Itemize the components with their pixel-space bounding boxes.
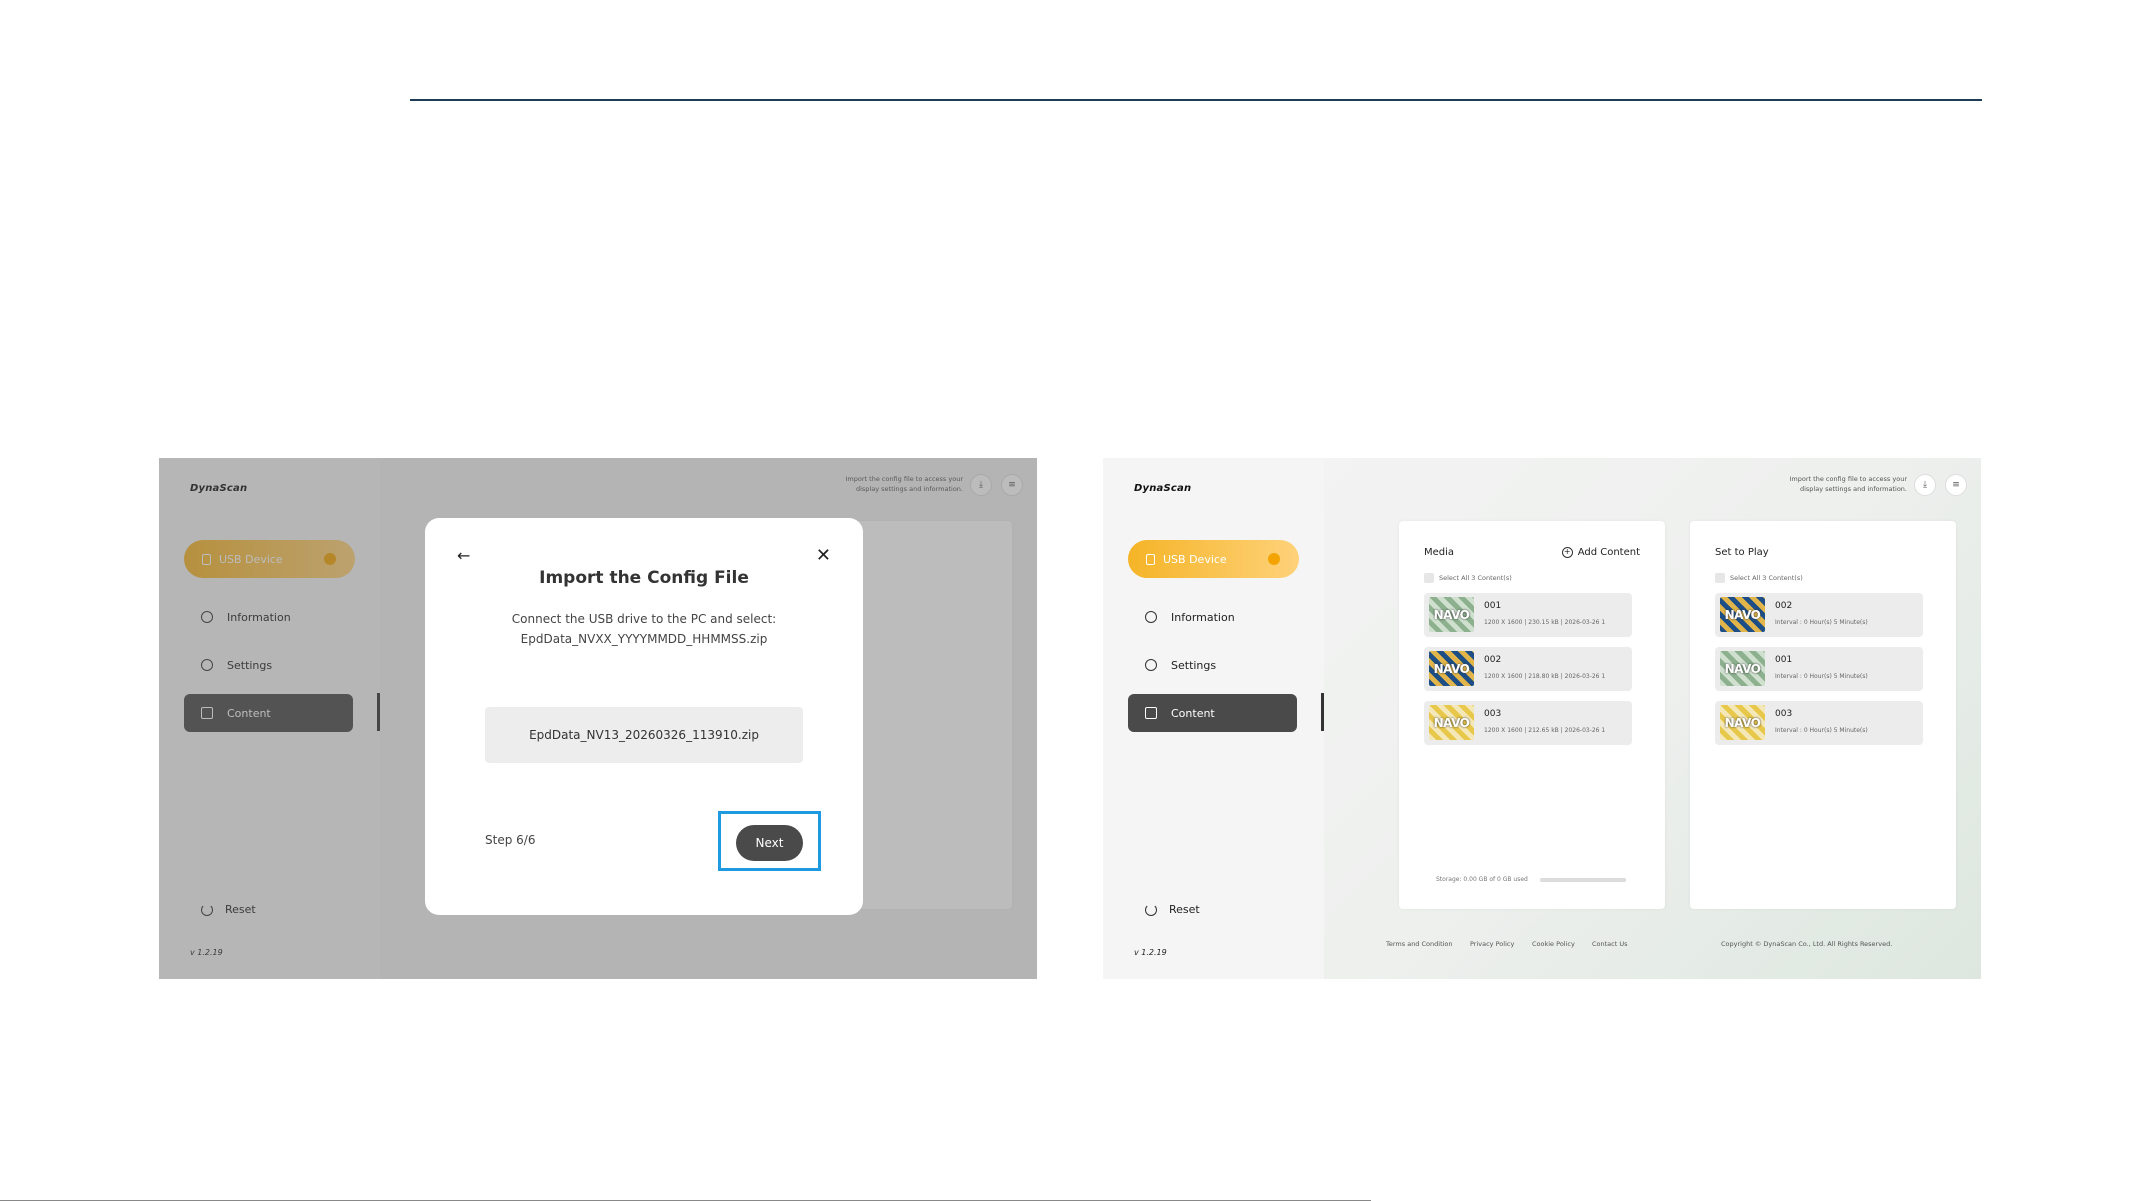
usb-device-button[interactable]: USB Device (1128, 540, 1299, 578)
playlist-item[interactable]: NAVO 001 Interval : 0 Hour(s) 5 Minute(s… (1715, 647, 1923, 691)
select-all-label: Select All 3 Content(s) (1730, 574, 1803, 582)
media-item-meta: 1200 X 1600 | 218.80 kB | 2026-03-26 1 (1484, 673, 1606, 680)
info-icon (1145, 611, 1157, 623)
storage-text: Storage: 0.00 GB of 0 GB used (1436, 876, 1528, 883)
header-info-text: Import the config file to access your di… (1789, 475, 1907, 493)
nav-settings[interactable]: Settings (1128, 646, 1297, 684)
media-thumbnail: NAVO (1429, 597, 1474, 632)
footer-cookie-link[interactable]: Cookie Policy (1532, 940, 1575, 948)
media-thumbnail: NAVO (1429, 651, 1474, 686)
select-all-label: Select All 3 Content(s) (1439, 574, 1512, 582)
dialog-description: Connect the USB drive to the PC and sele… (425, 609, 863, 649)
add-content-label: Add Content (1577, 547, 1640, 558)
menu-icon[interactable]: ≡ (1945, 474, 1967, 496)
version-label: v 1.2.19 (1134, 948, 1167, 957)
playlist-item-name: 002 (1775, 601, 1793, 611)
playlist-thumbnail: NAVO (1720, 651, 1765, 686)
thumbnail-text: NAVO (1724, 607, 1761, 622)
dialog-description-line2: EpdData_NVXX_YYYYMMDD_HHMMSS.zip (520, 632, 768, 646)
playlist-thumbnail: NAVO (1720, 597, 1765, 632)
download-icon[interactable]: ⤓ (1914, 474, 1936, 496)
set-to-play-card: Set to Play Select All 3 Content(s) NAVO… (1690, 521, 1956, 909)
set-to-play-title: Set to Play (1715, 547, 1769, 558)
plus-icon: + (1561, 547, 1573, 558)
playlist-thumbnail: NAVO (1720, 705, 1765, 740)
dialog-description-line1: Connect the USB drive to the PC and sele… (511, 612, 777, 626)
select-all-checkbox[interactable] (1715, 573, 1725, 583)
usb-device-label: USB Device (1163, 552, 1227, 566)
media-card: Media + Add Content Select All 3 Content… (1399, 521, 1665, 909)
media-item-meta: 1200 X 1600 | 230.15 kB | 2026-03-26 1 (1484, 619, 1606, 626)
playlist-item[interactable]: NAVO 003 Interval : 0 Hour(s) 5 Minute(s… (1715, 701, 1923, 745)
playlist-item-interval: Interval : 0 Hour(s) 5 Minute(s) (1775, 673, 1868, 680)
nav-content[interactable]: Content (1128, 694, 1297, 732)
media-thumbnail: NAVO (1429, 705, 1474, 740)
thumbnail-text: NAVO (1433, 607, 1470, 622)
close-icon[interactable]: ✕ (816, 545, 831, 566)
media-item-name: 002 (1484, 655, 1502, 665)
footer-copyright: Copyright © DynaScan Co., Ltd. All Right… (1721, 940, 1893, 948)
step-indicator: Step 6/6 (485, 833, 536, 847)
top-divider (410, 99, 1982, 101)
media-item-name: 003 (1484, 709, 1502, 719)
thumbnail-text: NAVO (1724, 661, 1761, 676)
playlist-item-interval: Interval : 0 Hour(s) 5 Minute(s) (1775, 727, 1868, 734)
nav-information-label: Information (1171, 610, 1235, 624)
media-item[interactable]: NAVO 003 1200 X 1600 | 212.65 kB | 2026-… (1424, 701, 1632, 745)
playlist-item[interactable]: NAVO 002 Interval : 0 Hour(s) 5 Minute(s… (1715, 593, 1923, 637)
playlist-item-name: 003 (1775, 709, 1793, 719)
reset-icon (1145, 903, 1157, 916)
nav-settings-label: Settings (1171, 658, 1217, 672)
import-config-dialog: ← ✕ Import the Config File Connect the U… (425, 518, 863, 915)
select-all-media[interactable]: Select All 3 Content(s) (1424, 573, 1512, 583)
next-button[interactable]: Next (736, 825, 803, 861)
nav-information[interactable]: Information (1128, 598, 1297, 636)
sidebar-scroll-indicator (1321, 693, 1324, 731)
footer-privacy-link[interactable]: Privacy Policy (1470, 940, 1514, 948)
add-content-button[interactable]: + Add Content (1561, 547, 1640, 558)
media-item[interactable]: NAVO 002 1200 X 1600 | 218.80 kB | 2026-… (1424, 647, 1632, 691)
sidebar: DynaScan USB Device Information Settings… (1103, 458, 1324, 979)
reset-label: Reset (1169, 903, 1200, 916)
screenshot-content-page: DynaScan USB Device Information Settings… (1103, 458, 1981, 979)
logo: DynaScan (1134, 483, 1192, 494)
screenshot-import-dialog: DynaScan USB Device Information Settings… (159, 458, 1037, 979)
selected-file-field[interactable]: EpdData_NV13_20260326_113910.zip (485, 707, 803, 763)
footer-contact-link[interactable]: Contact Us (1592, 940, 1628, 948)
dialog-title: Import the Config File (539, 568, 749, 588)
media-item[interactable]: NAVO 001 1200 X 1600 | 230.15 kB | 2026-… (1424, 593, 1632, 637)
playlist-item-interval: Interval : 0 Hour(s) 5 Minute(s) (1775, 619, 1868, 626)
media-title: Media (1424, 547, 1455, 558)
image-icon (1145, 707, 1157, 719)
media-item-meta: 1200 X 1600 | 212.65 kB | 2026-03-26 1 (1484, 727, 1606, 734)
footer-terms-link[interactable]: Terms and Condition (1386, 940, 1453, 948)
gear-icon (1145, 659, 1157, 671)
nav-content-label: Content (1171, 706, 1215, 720)
thumbnail-text: NAVO (1433, 715, 1470, 730)
thumbnail-text: NAVO (1433, 661, 1470, 676)
media-item-name: 001 (1484, 601, 1502, 611)
storage-bar (1540, 878, 1626, 882)
usb-icon (1146, 553, 1155, 565)
select-all-checkbox[interactable] (1424, 573, 1434, 583)
thumbnail-text: NAVO (1724, 715, 1761, 730)
select-all-playlist[interactable]: Select All 3 Content(s) (1715, 573, 1803, 583)
usb-status-dot (1268, 553, 1280, 565)
reset-button[interactable]: Reset (1145, 903, 1200, 916)
back-arrow-icon[interactable]: ← (457, 546, 470, 565)
playlist-item-name: 001 (1775, 655, 1793, 665)
